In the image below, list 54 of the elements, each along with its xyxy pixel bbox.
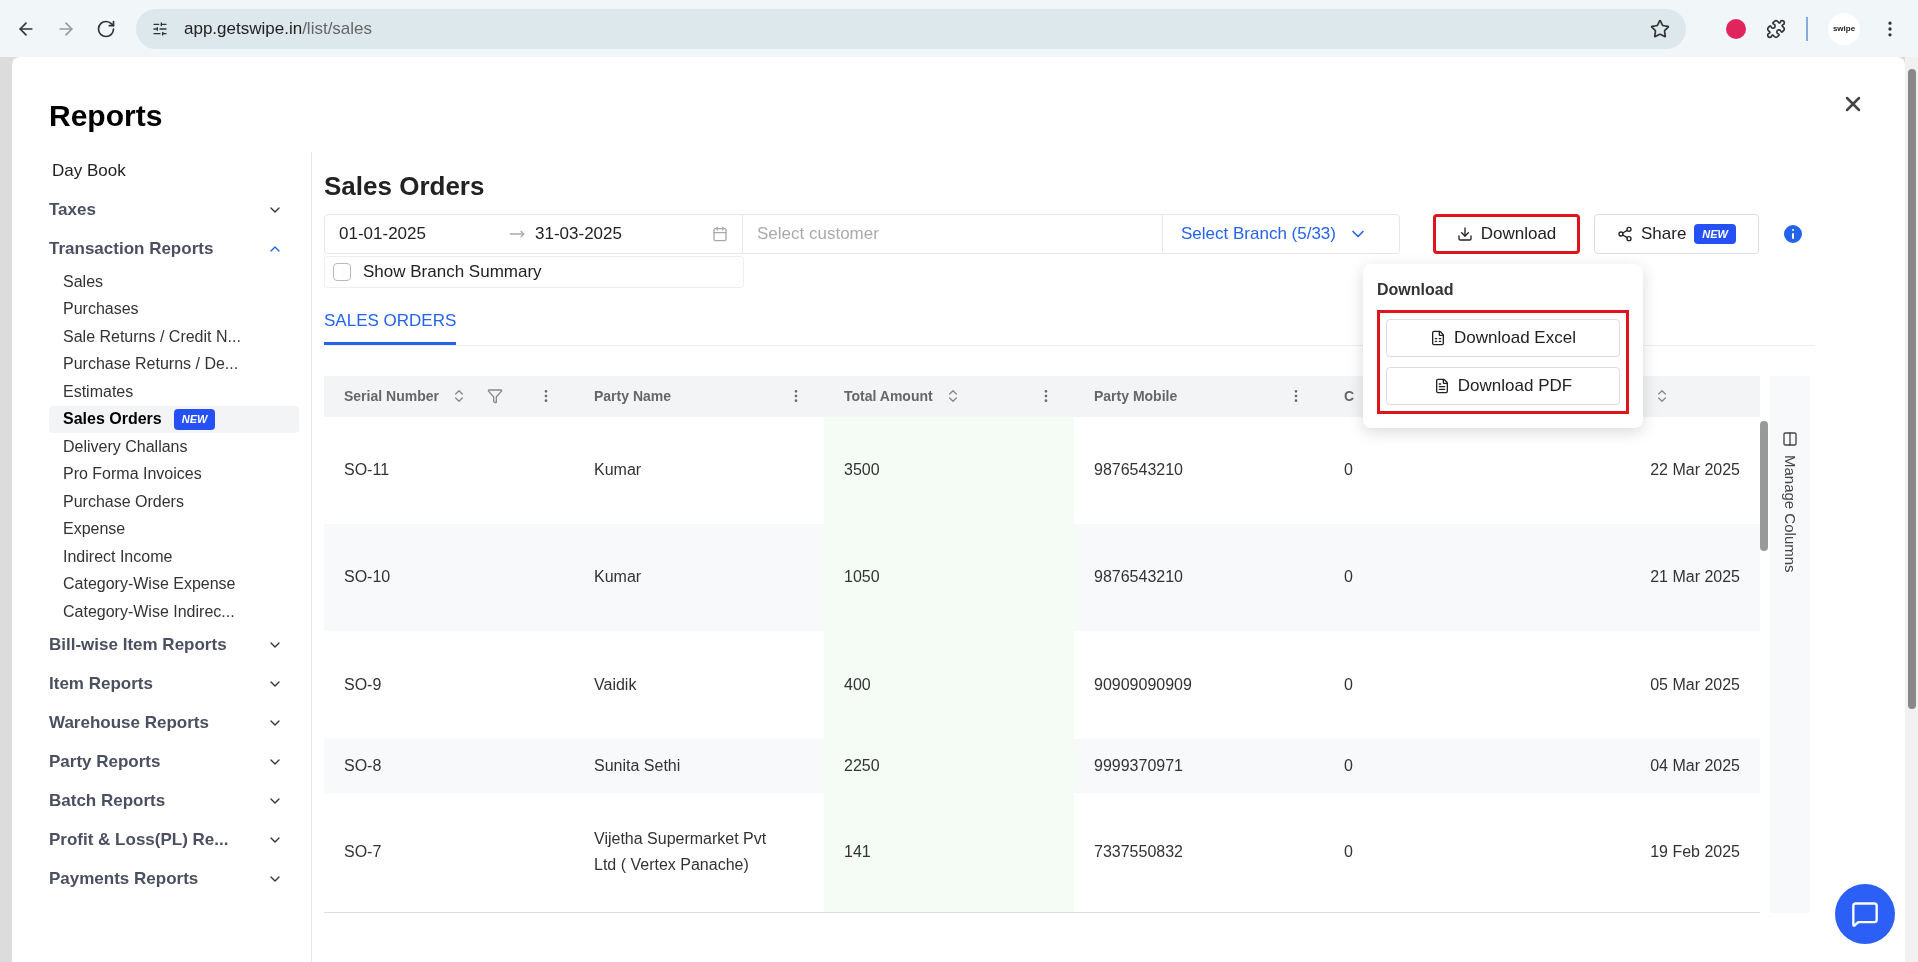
table-cell-text: 9876543210 <box>1094 460 1183 480</box>
table-cell-text: Vijetha Supermarket Pvt Ltd ( Vertex Panache) <box>594 829 768 875</box>
table-cell-text: 22 Mar 2025 <box>1650 460 1740 480</box>
column-label: Party Mobile <box>1094 386 1178 406</box>
table-cell-text: 21 Mar 2025 <box>1650 567 1740 587</box>
sidebar-subitem-label: Sales <box>63 271 104 292</box>
sidebar-subitem-label: Delivery Challans <box>63 436 188 457</box>
table-cell-text: Kumar <box>594 460 643 481</box>
table-cell-text: SO-9 <box>344 674 382 695</box>
table-cell-text: 2250 <box>844 755 880 776</box>
column-label: Serial Number <box>344 386 439 406</box>
table-cell-text: 0 <box>1344 674 1353 695</box>
menu-title: Download <box>1377 280 1455 300</box>
sidebar-subitem-label: Indirect Income <box>63 546 173 567</box>
table-cell-text: SO-10 <box>344 567 391 587</box>
table-cell-text: 9876543210 <box>1094 567 1183 587</box>
sidebar-subitem-label: Sale Returns / Credit N... <box>63 326 241 347</box>
sidebar-subitem-label: Sales Orders <box>63 409 162 430</box>
table-cell-text: Vaidik <box>594 674 638 695</box>
table-cell-text: 9999370971 <box>1094 755 1183 776</box>
table-cell-text: 1050 <box>844 567 880 587</box>
manage-columns-label: Manage Columns <box>1781 454 1801 573</box>
new-badge: NEW <box>173 409 216 430</box>
table-cell-text: 7337550832 <box>1094 842 1183 862</box>
table-cell-text: 0 <box>1344 755 1353 776</box>
sidebar-subitem-label: Purchases <box>63 299 139 320</box>
table-cell-text: 90909090909 <box>1094 674 1192 695</box>
column-label: Party Name <box>594 386 672 406</box>
new-badge: NEW <box>1694 223 1736 245</box>
column-label: Total Amount <box>844 386 933 406</box>
table-cell-text: 05 Mar 2025 <box>1650 674 1740 695</box>
sidebar-subitem-label: Pro Forma Invoices <box>63 464 202 485</box>
page-heading: Sales Orders <box>324 170 486 203</box>
table-cell-text: 0 <box>1344 460 1353 480</box>
sidebar-subitem-label: Estimates <box>63 381 134 402</box>
url-text: app.getswipe.in/list/sales <box>184 17 374 40</box>
sidebar-subitem-label: Category-Wise Indirec... <box>63 601 235 622</box>
table-cell-text: 0 <box>1344 842 1353 862</box>
sidebar-subitem-label: Purchase Returns / De... <box>63 354 239 375</box>
table-cell-text: 141 <box>844 842 871 862</box>
sidebar-subitem-label: Expense <box>63 519 126 540</box>
sidebar-subitem-label: Purchase Orders <box>63 491 184 512</box>
modal-title: Reports <box>49 98 163 134</box>
table-cell-text: 400 <box>844 674 871 695</box>
table-cell-text: Sunita Sethi <box>594 755 682 776</box>
table-cell-text: 19 Feb 2025 <box>1650 842 1740 862</box>
table-cell-text: 04 Mar 2025 <box>1650 755 1740 776</box>
table-cell-text: SO-11 <box>344 460 390 480</box>
sidebar-subitem-label: Category-Wise Expense <box>63 574 236 595</box>
table-cell-text: SO-7 <box>344 842 382 862</box>
table-cell-text: SO-8 <box>344 755 382 776</box>
table-cell-text: 3500 <box>844 460 880 480</box>
table-cell-text: Kumar <box>594 567 643 588</box>
table-cell-text: 0 <box>1344 567 1353 587</box>
